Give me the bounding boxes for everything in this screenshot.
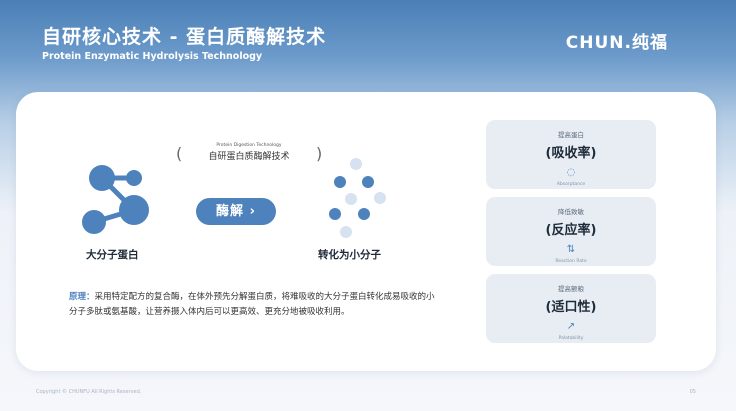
benefit-title: (反应率) [545, 223, 597, 238]
benefit-en: Reaction Rate [555, 259, 587, 264]
principle-body: 采用特定配方的复合酶，在体外预先分解蛋白质，将难吸收的大分子蛋白转化成易吸收的小… [69, 292, 435, 317]
benefit-title: (吸收率) [545, 146, 597, 161]
enzyme-button[interactable]: 酶解 › [196, 198, 276, 225]
tech-caption-en: Protein Digestion Technology [216, 143, 282, 148]
principle-key: 原理： [69, 292, 95, 302]
benefit-box-reaction: 降低致敏 (反应率) ⇅ Reaction Rate [486, 197, 656, 266]
benefit-en: Absorptance [556, 182, 586, 187]
tech-caption-cn: 自研蛋白质酶解技术 [208, 152, 290, 162]
benefit-box-absorption: 提高蛋白 (吸收率) ◌ Absorptance [486, 120, 656, 189]
benefit-box-palatability: 提高颤粮 (适口性) ↗ Palatability [486, 274, 656, 343]
principle-text: 原理：采用特定配方的复合酶，在体外预先分解蛋白质，将难吸收的大分子蛋白转化成易吸… [69, 290, 439, 320]
copyright-text: Copyright © CHUNFU All Rights Reserved. [36, 389, 142, 395]
brand-logo: CHUN.纯福 [565, 33, 668, 53]
absorption-icon: ◌ [566, 167, 576, 178]
trend-up-icon: ↗ [566, 321, 576, 332]
reaction-icon: ⇅ [566, 244, 576, 255]
page-number: 05 [689, 389, 696, 395]
benefit-small: 提高颤粮 [558, 285, 584, 293]
paren-right: ) [316, 144, 323, 163]
small-molecule-label: 转化为小分子 [318, 249, 381, 261]
large-protein-label: 大分子蛋白 [86, 249, 139, 261]
tech-caption: Protein Digestion Technology 自研蛋白质酶解技术 [179, 143, 319, 162]
large-protein-icon [82, 165, 149, 234]
benefit-small: 降低致敏 [558, 208, 584, 216]
content-card: ( Protein Digestion Technology 自研蛋白质酶解技术… [16, 92, 716, 371]
benefit-title: (适口性) [545, 300, 597, 315]
page-title: 自研核心技术 - 蛋白质酶解技术 [42, 26, 327, 48]
benefit-small: 提高蛋白 [558, 131, 584, 139]
benefit-en: Palatability [558, 336, 584, 341]
small-molecules-icon [329, 158, 386, 238]
page-subtitle: Protein Enzymatic Hydrolysis Technology [42, 51, 263, 62]
